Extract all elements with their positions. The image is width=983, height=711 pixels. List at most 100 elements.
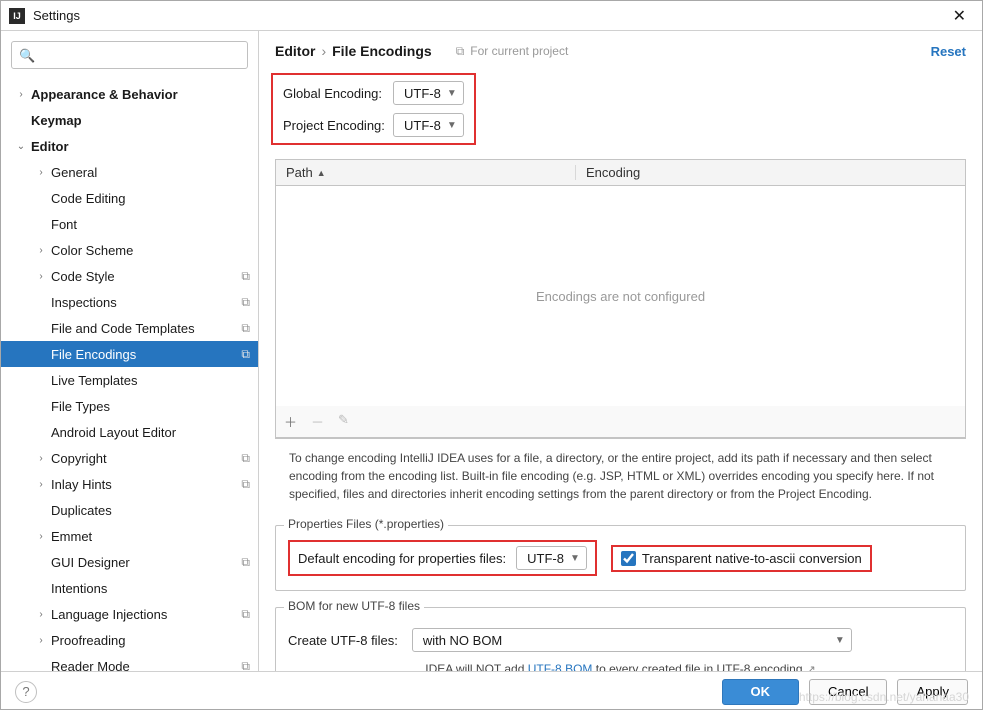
sidebar-item-label: Live Templates — [47, 373, 250, 388]
sidebar-item-live-templates[interactable]: Live Templates — [1, 367, 258, 393]
project-scope-icon: ⧉ — [241, 321, 250, 336]
sidebar-item-label: Code Style — [47, 269, 237, 284]
dialog-footer: ? OK Cancel Apply https://blog.csdn.net/… — [1, 671, 982, 711]
breadcrumb: Editor›File Encodings — [275, 43, 432, 59]
utf8-bom-link[interactable]: UTF-8 BOM — [528, 662, 593, 671]
bom-note: IDEA will NOT add UTF-8 BOM to every cre… — [288, 662, 953, 671]
create-utf8-combo[interactable]: with NO BOM▼ — [412, 628, 852, 652]
properties-legend: Properties Files (*.properties) — [284, 517, 448, 531]
copy-icon: ⧉ — [456, 44, 465, 59]
sidebar-item-emmet[interactable]: ›Emmet — [1, 523, 258, 549]
sidebar-item-label: Proofreading — [47, 633, 250, 648]
chevron-down-icon: ▼ — [570, 553, 580, 564]
sidebar-item-label: Color Scheme — [47, 243, 250, 258]
project-encoding-combo[interactable]: UTF-8▼ — [393, 113, 464, 137]
properties-default-combo[interactable]: UTF-8▼ — [516, 546, 587, 570]
sidebar-item-proofreading[interactable]: ›Proofreading — [1, 627, 258, 653]
sidebar-item-code-style[interactable]: ›Code Style⧉ — [1, 263, 258, 289]
sidebar-item-code-editing[interactable]: Code Editing — [1, 185, 258, 211]
sidebar-item-label: Font — [47, 217, 250, 232]
sidebar-item-label: General — [47, 165, 250, 180]
sidebar-item-reader-mode[interactable]: Reader Mode ⧉ — [1, 653, 258, 671]
sidebar-item-label: Editor — [27, 139, 250, 154]
sidebar-item-file-encodings[interactable]: File Encodings⧉ — [1, 341, 258, 367]
edit-button[interactable]: ✎ — [338, 412, 349, 431]
chevron-right-icon: › — [35, 531, 47, 542]
search-icon: 🔍 — [19, 48, 35, 64]
sidebar-item-label: Emmet — [47, 529, 250, 544]
sidebar-item-label: Inspections — [47, 295, 237, 310]
sidebar-item-font[interactable]: Font — [1, 211, 258, 237]
sidebar-item-label: Android Layout Editor — [47, 425, 250, 440]
sidebar-item-label: File Types — [47, 399, 250, 414]
sidebar-item-appearance-behavior[interactable]: ›Appearance & Behavior — [1, 81, 258, 107]
sidebar-item-label: Copyright — [47, 451, 237, 466]
sidebar-item-label: GUI Designer — [47, 555, 237, 570]
project-scope-icon: ⧉ — [241, 451, 250, 466]
sidebar-item-file-types[interactable]: File Types — [1, 393, 258, 419]
chevron-right-icon: › — [35, 479, 47, 490]
external-link-icon: ↗ — [807, 664, 816, 671]
content-pane: Editor›File Encodings ⧉ For current proj… — [259, 31, 982, 671]
chevron-down-icon: ▼ — [447, 88, 457, 99]
chevron-down-icon: ▼ — [835, 635, 845, 646]
project-scope-icon: ⧉ — [241, 269, 250, 284]
sidebar-item-label: Inlay Hints — [47, 477, 237, 492]
sidebar-item-intentions[interactable]: Intentions — [1, 575, 258, 601]
cancel-button[interactable]: Cancel — [809, 679, 887, 705]
close-button[interactable]: ✕ — [945, 4, 974, 28]
sidebar-item-inspections[interactable]: Inspections ⧉ — [1, 289, 258, 315]
ok-button[interactable]: OK — [722, 679, 800, 705]
chevron-right-icon: › — [15, 89, 27, 100]
table-header-encoding[interactable]: Encoding — [576, 165, 650, 180]
chevron-right-icon: › — [35, 245, 47, 256]
project-scope-icon: ⧉ — [241, 659, 250, 672]
sidebar-item-color-scheme[interactable]: ›Color Scheme — [1, 237, 258, 263]
table-header-path[interactable]: Path▲ — [276, 165, 576, 180]
sidebar-item-keymap[interactable]: Keymap — [1, 107, 258, 133]
transparent-ascii-highlight: Transparent native-to-ascii conversion — [611, 545, 872, 572]
sidebar-item-general[interactable]: ›General — [1, 159, 258, 185]
apply-button[interactable]: Apply — [897, 679, 968, 705]
sidebar-item-label: Intentions — [47, 581, 250, 596]
reset-link[interactable]: Reset — [931, 44, 966, 59]
sidebar-item-android-layout-editor[interactable]: Android Layout Editor — [1, 419, 258, 445]
sidebar-item-language-injections[interactable]: ›Language Injections ⧉ — [1, 601, 258, 627]
encoding-hint-text: To change encoding IntelliJ IDEA uses fo… — [275, 439, 966, 513]
project-scope-icon: ⧉ — [241, 295, 250, 310]
global-encoding-label: Global Encoding: — [283, 86, 393, 101]
project-scope-icon: ⧉ — [241, 607, 250, 622]
project-scope-icon: ⧉ — [241, 477, 250, 492]
bom-fieldset: BOM for new UTF-8 files Create UTF-8 fil… — [275, 607, 966, 671]
add-button[interactable]: ＋ — [284, 412, 297, 431]
sidebar-item-label: Reader Mode — [47, 659, 237, 672]
remove-button[interactable]: － — [311, 412, 324, 431]
chevron-right-icon: › — [35, 635, 47, 646]
global-encoding-combo[interactable]: UTF-8▼ — [393, 81, 464, 105]
sidebar-item-inlay-hints[interactable]: ›Inlay Hints ⧉ — [1, 471, 258, 497]
settings-tree: ›Appearance & BehaviorKeymap⌄Editor›Gene… — [1, 79, 258, 671]
titlebar: IJ Settings ✕ — [1, 1, 982, 31]
encoding-highlight-box: Global Encoding: UTF-8▼ Project Encoding… — [271, 73, 476, 145]
sidebar-item-label: Language Injections — [47, 607, 237, 622]
sidebar-item-file-and-code-templates[interactable]: File and Code Templates ⧉ — [1, 315, 258, 341]
sidebar-item-label: File and Code Templates — [47, 321, 237, 336]
help-button[interactable]: ? — [15, 681, 37, 703]
project-encoding-label: Project Encoding: — [283, 118, 393, 133]
sidebar-item-copyright[interactable]: ›Copyright⧉ — [1, 445, 258, 471]
bom-legend: BOM for new UTF-8 files — [284, 599, 424, 613]
sidebar-item-label: Code Editing — [47, 191, 250, 206]
sidebar-item-duplicates[interactable]: Duplicates — [1, 497, 258, 523]
sidebar-item-editor[interactable]: ⌄Editor — [1, 133, 258, 159]
window-title: Settings — [33, 8, 945, 23]
sidebar-item-gui-designer[interactable]: GUI Designer⧉ — [1, 549, 258, 575]
sidebar-item-label: Keymap — [27, 113, 250, 128]
properties-fieldset: Properties Files (*.properties) Default … — [275, 525, 966, 591]
sort-asc-icon: ▲ — [317, 168, 326, 178]
chevron-right-icon: › — [35, 609, 47, 620]
search-input[interactable] — [11, 41, 248, 69]
project-scope-hint: ⧉ For current project — [456, 44, 569, 59]
properties-default-label: Default encoding for properties files: — [298, 551, 506, 566]
transparent-ascii-checkbox[interactable]: Transparent native-to-ascii conversion — [621, 551, 862, 566]
create-utf8-label: Create UTF-8 files: — [288, 633, 398, 648]
